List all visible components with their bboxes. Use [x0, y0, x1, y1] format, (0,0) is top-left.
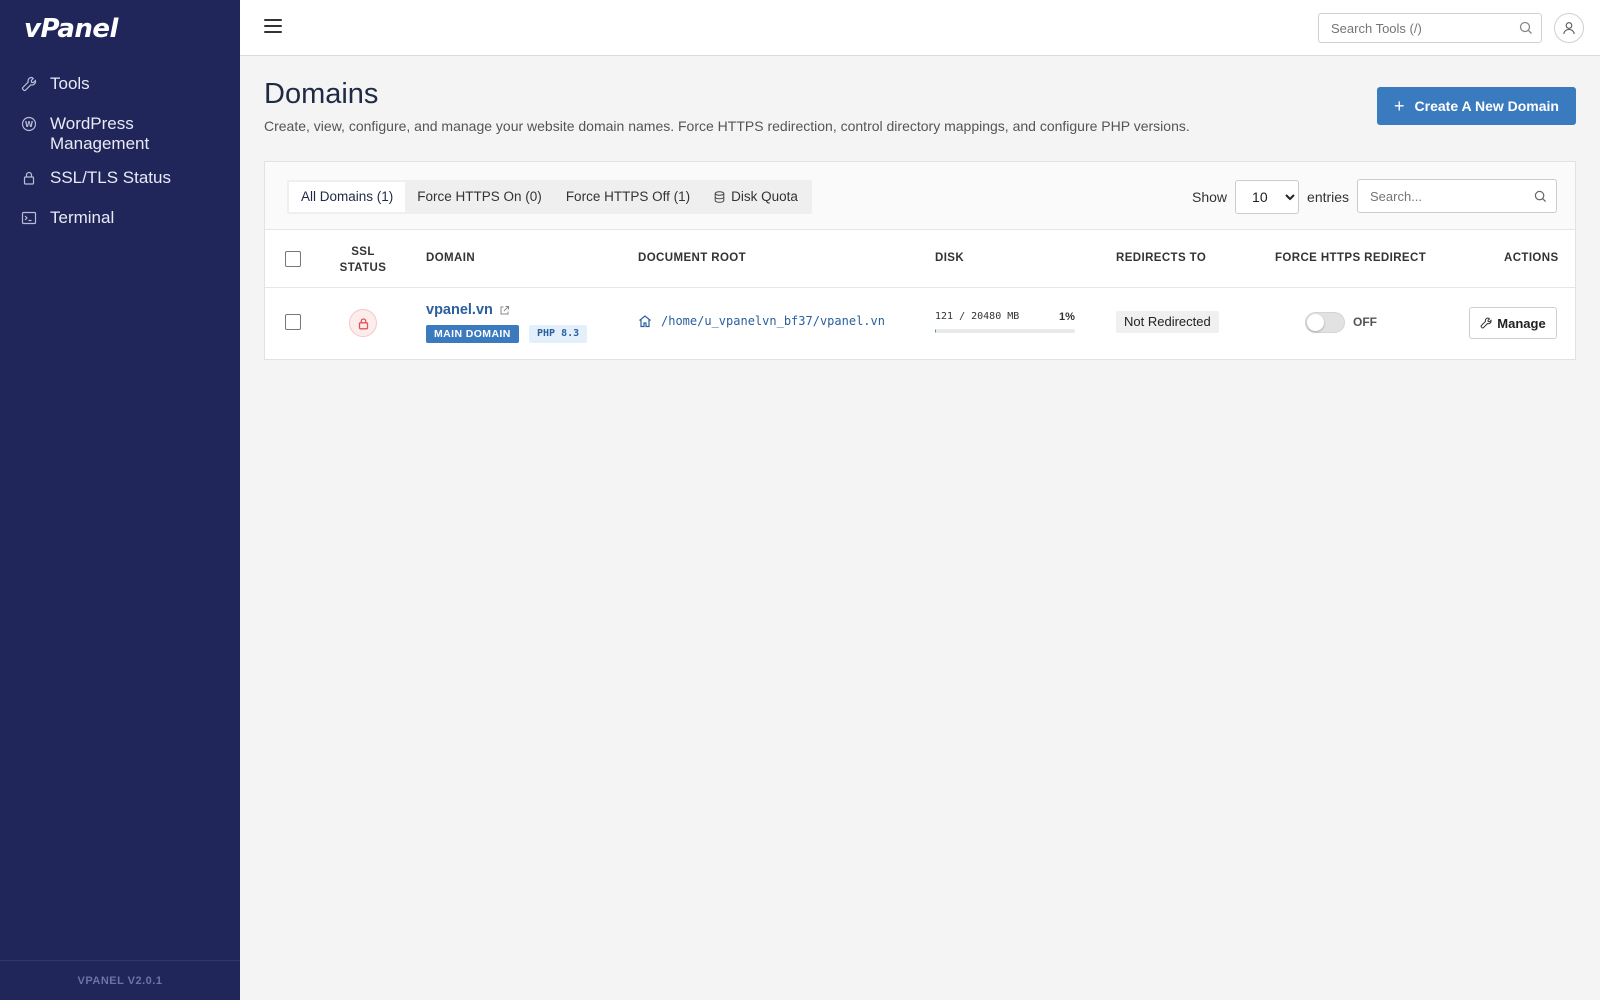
tab-all-domains[interactable]: All Domains (1) [289, 182, 406, 212]
home-icon [639, 315, 651, 328]
column-actions: ACTIONS [1504, 252, 1559, 264]
wrench-icon [1480, 317, 1492, 329]
svg-text:W: W [25, 120, 34, 129]
table-header: SSL STATUS DOMAIN DOCUMENT ROOT DISK RED… [265, 230, 1575, 288]
column-redirects-to[interactable]: REDIRECTS TO [1116, 252, 1206, 264]
sidebar-item-wordpress-management[interactable]: W WordPress Management [0, 104, 240, 158]
tab-force-https-off[interactable]: Force HTTPS Off (1) [554, 182, 702, 212]
user-avatar[interactable] [1554, 13, 1584, 43]
row-checkbox[interactable] [285, 314, 301, 330]
database-icon [714, 191, 725, 203]
lock-icon [358, 317, 368, 329]
terminal-icon [20, 209, 38, 227]
domain-name: vpanel.vn [426, 302, 493, 318]
force-https-toggle[interactable] [1305, 312, 1345, 333]
wrench-icon [20, 75, 38, 93]
domain-filter-tabs: All Domains (1) Force HTTPS On (0) Force… [287, 180, 812, 214]
manage-button[interactable]: Manage [1469, 307, 1557, 339]
column-domain[interactable]: DOMAIN [426, 252, 475, 264]
redirect-status: Not Redirected [1116, 311, 1219, 333]
main-domain-badge: MAIN DOMAIN [426, 325, 519, 343]
tools-search [1318, 13, 1542, 43]
force-https-state: OFF [1353, 315, 1377, 329]
column-ssl-status[interactable]: SSL STATUS [333, 244, 393, 276]
page-description: Create, view, configure, and manage your… [264, 118, 1190, 134]
table-row: vpanel.vn MAIN DOMAIN PHP 8.3 /home/u_vp… [265, 288, 1575, 358]
sidebar-nav: Tools W WordPress Management SSL/TLS Sta… [0, 64, 240, 238]
sidebar-item-label: WordPress Management [50, 114, 150, 153]
domain-link[interactable]: vpanel.vn [426, 302, 510, 318]
disk-usage-bar [935, 329, 1075, 333]
external-link-icon[interactable] [499, 305, 510, 316]
manage-label: Manage [1497, 315, 1546, 331]
column-force-https-redirect[interactable]: FORCE HTTPS REDIRECT [1275, 252, 1426, 264]
tab-force-https-on[interactable]: Force HTTPS On (0) [405, 182, 554, 212]
sidebar-item-tools[interactable]: Tools [0, 64, 240, 104]
tab-label: Force HTTPS On (0) [417, 189, 542, 204]
column-document-root[interactable]: DOCUMENT ROOT [638, 252, 746, 264]
ssl-status-badge[interactable] [349, 309, 377, 337]
tab-label: Disk Quota [731, 189, 798, 204]
sidebar: vPanel Tools W WordPress Management SSL/… [0, 0, 240, 1000]
disk-usage-fill [935, 329, 937, 333]
toggle-knob [1307, 314, 1324, 331]
menu-toggle-icon[interactable] [264, 19, 282, 35]
tab-label: Force HTTPS Off (1) [565, 189, 691, 204]
tab-disk-quota[interactable]: Disk Quota [702, 182, 810, 212]
domains-card: All Domains (1) Force HTTPS On (0) Force… [264, 161, 1576, 360]
tools-search-input[interactable] [1319, 14, 1509, 42]
entries-label: entries [1307, 189, 1350, 205]
table-search [1357, 179, 1557, 213]
document-root-link[interactable]: /home/u_vpanelvn_bf37/vpanel.vn [638, 314, 885, 328]
create-domain-button[interactable]: + Create A New Domain [1377, 87, 1576, 125]
vpanel-logo[interactable]: vPanel [24, 14, 118, 44]
show-label: Show [1192, 189, 1228, 205]
plus-icon: + [1394, 96, 1405, 116]
card-toolbar: All Domains (1) Force HTTPS On (0) Force… [265, 162, 1575, 230]
entries-select[interactable]: 10 [1235, 180, 1300, 214]
document-root-path: /home/u_vpanelvn_bf37/vpanel.vn [661, 314, 885, 328]
lock-icon [20, 169, 38, 187]
sidebar-item-label: Tools [50, 74, 90, 93]
sidebar-item-ssl-tls-status[interactable]: SSL/TLS Status [0, 158, 240, 198]
wordpress-icon: W [20, 115, 38, 133]
select-all-checkbox[interactable] [285, 251, 301, 267]
disk-percent: 1% [1059, 311, 1075, 323]
php-version-badge[interactable]: PHP 8.3 [529, 325, 588, 343]
search-icon[interactable] [1534, 190, 1547, 203]
entries-control: Show 10 entries [1192, 180, 1349, 214]
search-icon[interactable] [1519, 21, 1533, 35]
tab-label: All Domains (1) [301, 189, 394, 204]
disk-usage: 121 / 20480 MB [935, 311, 1020, 322]
table-search-input[interactable] [1358, 180, 1523, 212]
column-ssl-line1: SSL [351, 246, 375, 258]
sidebar-item-terminal[interactable]: Terminal [0, 198, 240, 238]
sidebar-item-label: SSL/TLS Status [50, 168, 171, 187]
create-domain-label: Create A New Domain [1414, 98, 1559, 114]
app-version: VPANEL V2.0.1 [0, 960, 240, 1000]
column-disk[interactable]: DISK [935, 252, 964, 264]
topbar [240, 0, 1600, 56]
page-title: Domains [264, 78, 379, 110]
user-icon [1563, 22, 1575, 35]
sidebar-item-label: Terminal [50, 208, 115, 227]
column-ssl-line2: STATUS [339, 262, 387, 274]
